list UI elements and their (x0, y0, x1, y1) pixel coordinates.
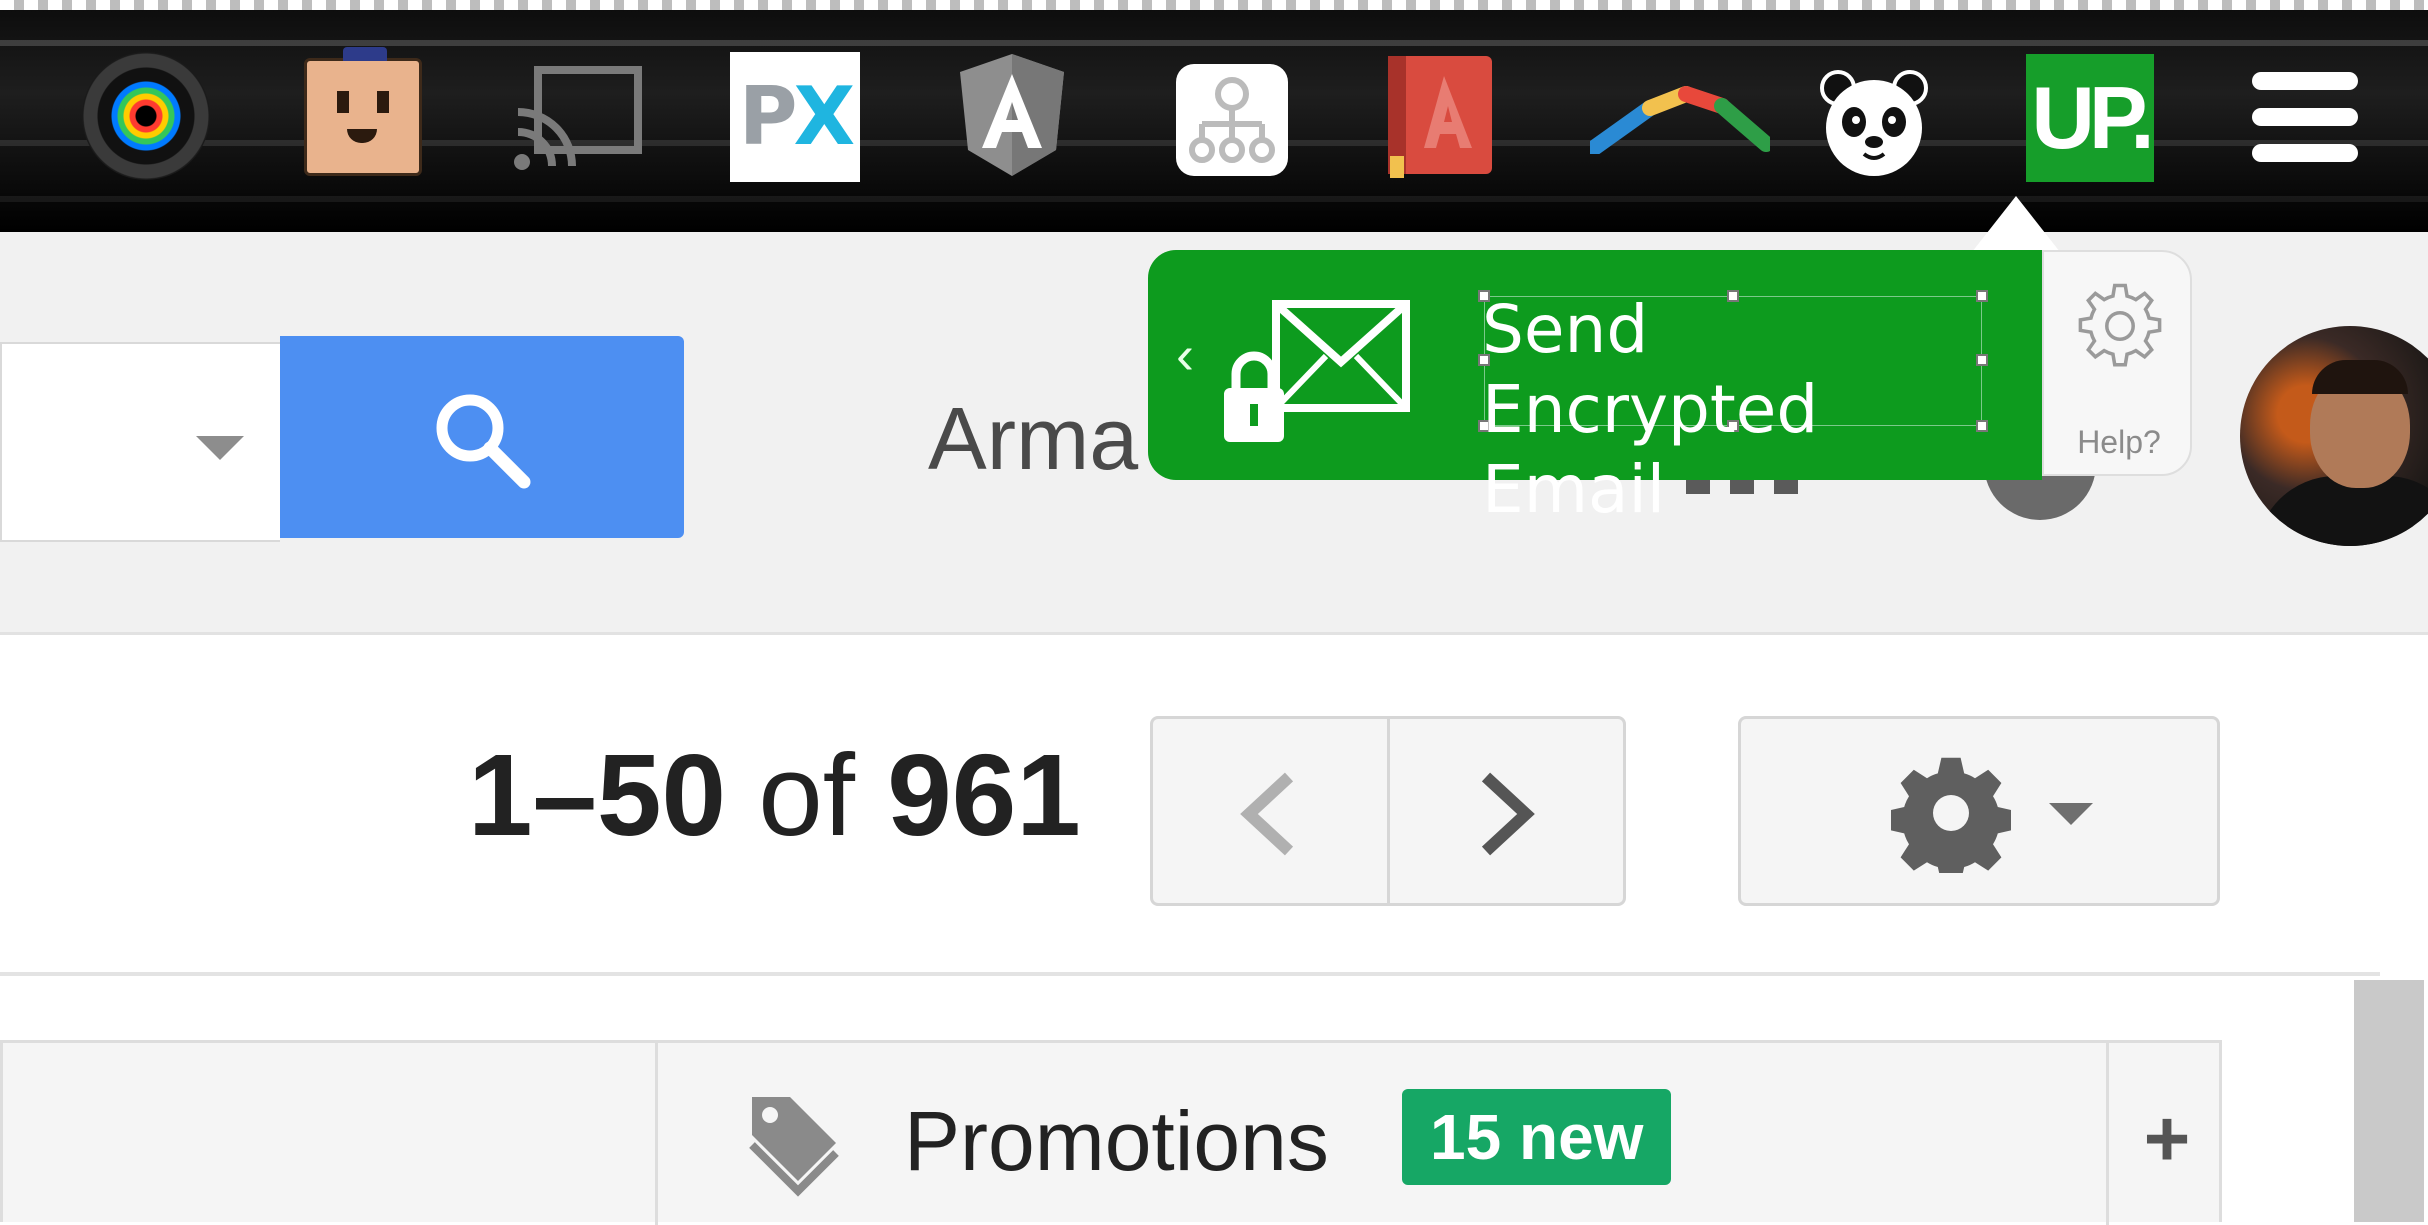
encrypted-mail-icon (1224, 300, 1410, 442)
px-icon[interactable]: PX (730, 52, 860, 182)
tab-promotions[interactable]: Promotions 15 new (658, 1043, 2109, 1225)
tag-icon (749, 1097, 839, 1197)
search-button[interactable] (280, 336, 684, 538)
send-encrypted-email-label: Send Encrypted Email (1482, 291, 1819, 528)
newer-page-button[interactable] (1153, 719, 1390, 903)
message-total: 961 (887, 730, 1081, 860)
toolbar-divider (0, 972, 2380, 976)
browser-toolbar: PX UP. (0, 0, 2428, 232)
older-page-button[interactable] (1390, 719, 1624, 903)
settings-button[interactable] (1738, 716, 2220, 906)
tab-primary[interactable] (3, 1043, 658, 1225)
user-name-link[interactable]: Arma (928, 388, 1138, 490)
scrollbar-thumb[interactable] (2354, 980, 2424, 1222)
message-count: 1–50 of 961 (468, 728, 1081, 862)
help-link[interactable]: Help? (2044, 424, 2194, 461)
search-options-dropdown-icon[interactable] (196, 436, 244, 460)
tab-promotions-label: Promotions (904, 1094, 1329, 1188)
popup-settings-panel[interactable]: Help? (2042, 250, 2192, 476)
angular-icon[interactable] (956, 50, 1068, 180)
toolbar-streak (0, 40, 2428, 46)
add-tab-button[interactable]: + (2109, 1099, 2225, 1179)
address-book-icon[interactable] (1384, 52, 1496, 182)
search-input[interactable] (0, 342, 280, 542)
up-icon[interactable]: UP. (2026, 54, 2155, 182)
boomerang-icon[interactable] (1590, 84, 1770, 154)
popup-pointer (1972, 196, 2060, 252)
toolbar-streak (0, 196, 2428, 202)
encryption-popup: ‹ Send Encrypted Email Help? (1148, 250, 2194, 528)
toolbar-top-edge (0, 0, 2428, 10)
send-encrypted-email-button[interactable]: ‹ Send Encrypted Email (1148, 250, 2042, 528)
scrollbar[interactable] (2350, 980, 2428, 1222)
search-icon (436, 394, 531, 489)
chevron-left-icon (1240, 772, 1294, 856)
color-picker-camera-icon[interactable] (82, 52, 210, 180)
pagination-controls (1150, 716, 1626, 906)
chrome-menu-icon[interactable] (2252, 72, 2358, 164)
new-count-badge: 15 new (1402, 1089, 1672, 1185)
power-outlet-icon[interactable] (304, 47, 422, 176)
chevron-right-icon (1481, 772, 1535, 856)
collapse-chevron-icon[interactable]: ‹ (1176, 328, 1194, 382)
cast-icon[interactable] (512, 64, 644, 174)
message-range: 1–50 (468, 730, 727, 860)
count-of-label: of (726, 730, 888, 860)
sitemap-icon[interactable] (1176, 64, 1288, 176)
category-tabs: Promotions 15 new + (0, 1040, 2225, 1225)
panda-icon[interactable] (1818, 66, 1930, 178)
avatar[interactable] (2240, 326, 2428, 546)
popup-gear-icon[interactable] (2076, 282, 2164, 370)
settings-dropdown-icon (2049, 803, 2093, 825)
gear-icon (1891, 757, 2011, 873)
